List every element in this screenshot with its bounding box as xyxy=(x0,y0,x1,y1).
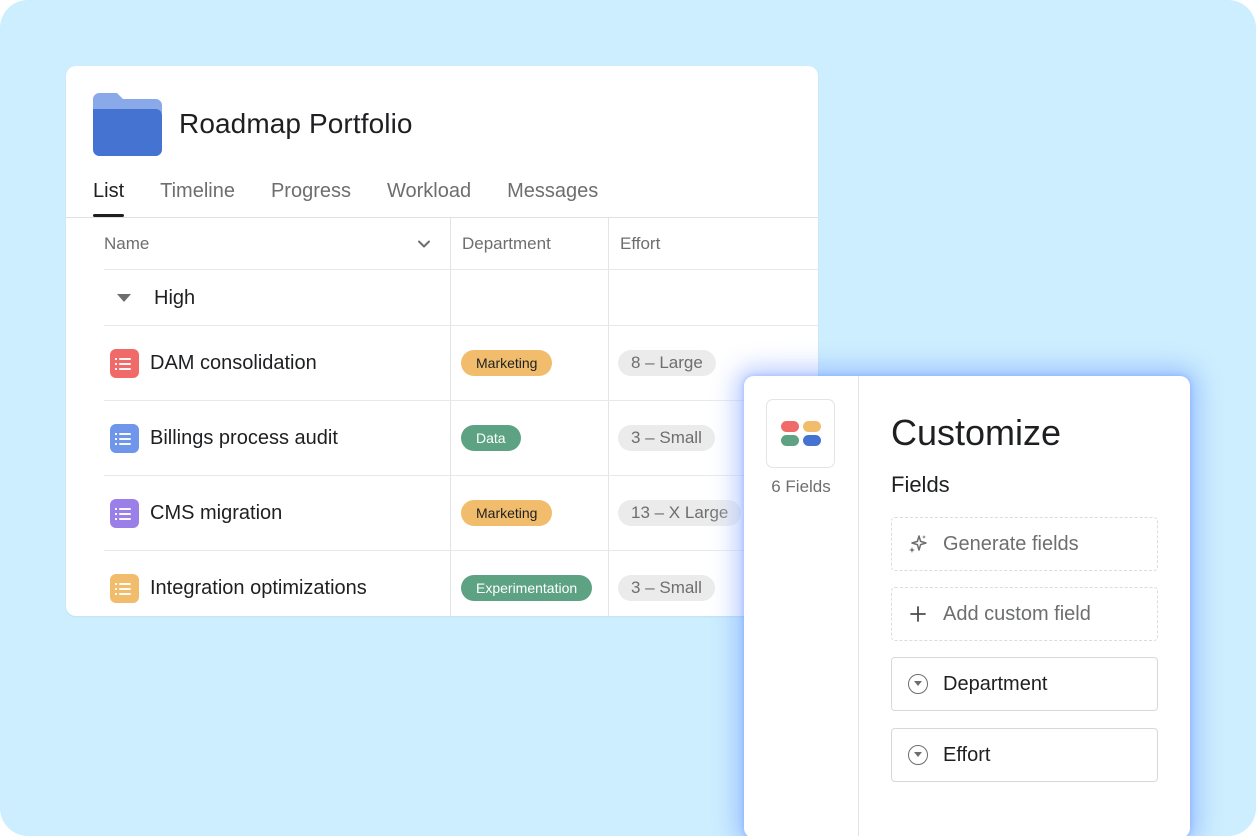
tab-bar: List Timeline Progress Workload Messages xyxy=(93,178,634,218)
effort-tag[interactable]: 3 – Small xyxy=(618,425,715,451)
field-item-department[interactable]: Department xyxy=(891,657,1158,711)
department-tag[interactable]: Marketing xyxy=(461,350,553,376)
tab-progress[interactable]: Progress xyxy=(271,178,351,218)
column-header-effort[interactable]: Effort xyxy=(620,218,660,270)
custom-fields-icon[interactable] xyxy=(766,399,835,468)
field-item-label: Effort xyxy=(943,743,991,766)
tab-workload[interactable]: Workload xyxy=(387,178,471,218)
effort-tag[interactable]: 3 – Small xyxy=(618,575,715,601)
tabs-divider xyxy=(66,217,818,218)
add-custom-field-button[interactable]: Add custom field xyxy=(891,587,1158,641)
field-blob xyxy=(781,435,799,446)
department-tag[interactable]: Data xyxy=(461,425,521,451)
generate-fields-button[interactable]: Generate fields xyxy=(891,517,1158,571)
generate-fields-label: Generate fields xyxy=(943,532,1079,555)
task-list-icon xyxy=(110,499,139,528)
task-name[interactable]: DAM consolidation xyxy=(150,326,317,400)
fields-heading: Fields xyxy=(891,472,950,497)
field-item-label: Department xyxy=(943,672,1048,695)
column-header-department[interactable]: Department xyxy=(462,218,551,270)
field-item-effort[interactable]: Effort xyxy=(891,728,1158,782)
sparkle-icon xyxy=(907,533,929,555)
task-name[interactable]: CMS migration xyxy=(150,476,282,550)
customize-title: Customize xyxy=(891,412,1062,453)
field-blob xyxy=(781,421,799,432)
group-label: High xyxy=(154,286,196,309)
row-divider xyxy=(104,269,818,270)
folder-body xyxy=(93,109,162,156)
tab-timeline[interactable]: Timeline xyxy=(160,178,235,218)
task-name[interactable]: Integration optimizations xyxy=(150,551,367,616)
panel-divider xyxy=(858,376,859,836)
fields-count: 6 Fields xyxy=(771,477,831,496)
add-custom-field-label: Add custom field xyxy=(943,602,1091,625)
task-list-icon xyxy=(110,574,139,603)
department-tag[interactable]: Marketing xyxy=(461,500,553,526)
project-title: Roadmap Portfolio xyxy=(179,108,413,139)
caret-down-icon[interactable] xyxy=(117,294,131,302)
project-card: Roadmap Portfolio List Timeline Progress… xyxy=(66,66,818,616)
folder-icon xyxy=(93,93,162,156)
dropdown-circle-icon xyxy=(907,673,929,695)
tab-list[interactable]: List xyxy=(93,178,125,218)
chevron-down-icon[interactable] xyxy=(416,236,432,252)
field-blob xyxy=(803,421,821,432)
group-header-high[interactable]: High xyxy=(104,270,195,326)
task-name[interactable]: Billings process audit xyxy=(150,401,338,475)
task-list-icon xyxy=(110,349,139,378)
background: Roadmap Portfolio List Timeline Progress… xyxy=(0,0,1256,836)
customize-panel: 6 Fields Customize Fields Generate field… xyxy=(744,376,1190,836)
field-blob xyxy=(803,435,821,446)
task-list-icon xyxy=(110,424,139,453)
dropdown-circle-icon xyxy=(907,744,929,766)
effort-tag[interactable]: 8 – Large xyxy=(618,350,716,376)
plus-icon xyxy=(907,603,929,625)
column-header-name[interactable]: Name xyxy=(104,218,149,270)
department-tag[interactable]: Experimentation xyxy=(461,575,593,601)
tab-messages[interactable]: Messages xyxy=(507,178,598,218)
